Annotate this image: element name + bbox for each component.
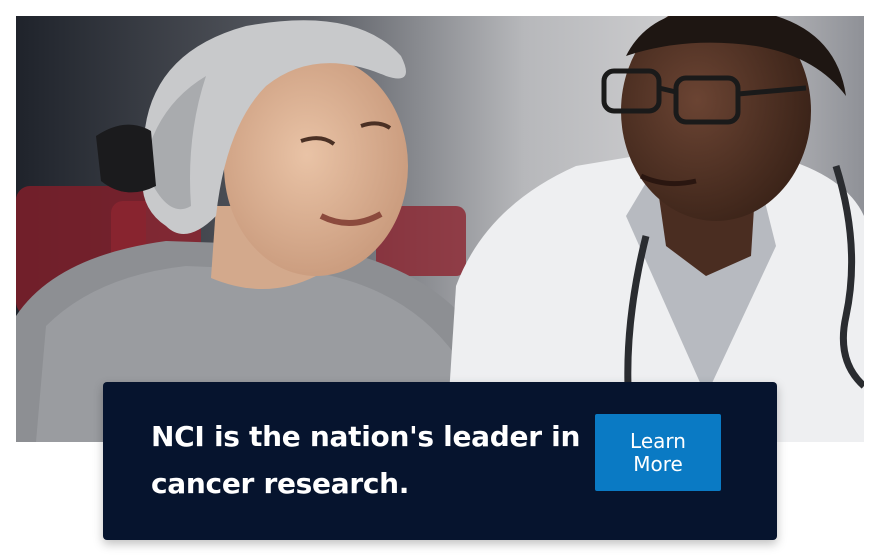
callout-headline: NCI is the nation's leader in cancer res…	[151, 420, 581, 500]
learn-more-button[interactable]: Learn More	[595, 414, 721, 491]
hero-photo-illustration	[16, 16, 864, 442]
hero-banner: NCI is the nation's leader in cancer res…	[0, 0, 880, 556]
callout-panel: NCI is the nation's leader in cancer res…	[103, 382, 777, 540]
hero-photo	[16, 16, 864, 442]
